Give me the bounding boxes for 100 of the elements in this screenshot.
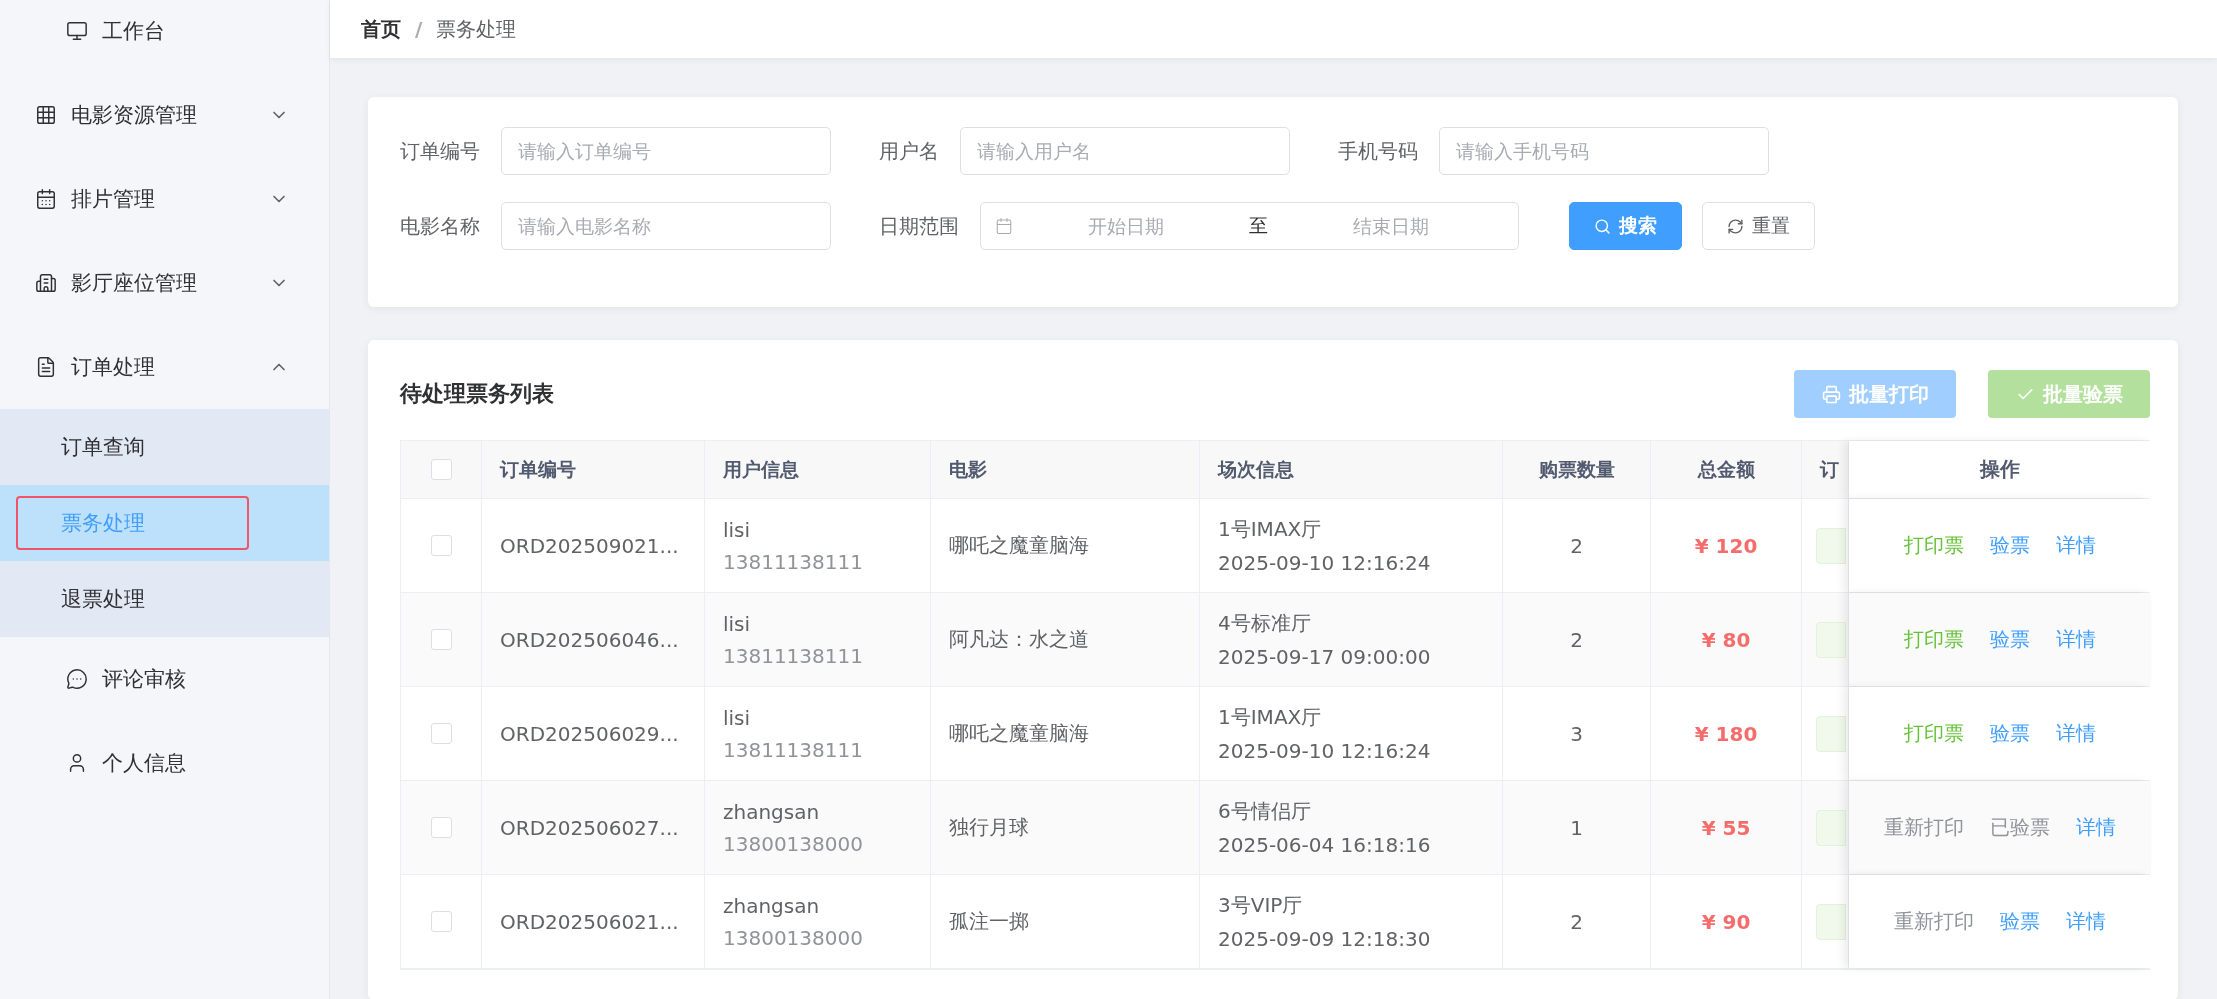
input-field[interactable]: 请输入用户名 bbox=[960, 127, 1290, 175]
movie-title: 哪吒之魔童脑海 bbox=[949, 720, 1089, 747]
sidebar-item[interactable]: 电影资源管理 bbox=[0, 73, 329, 157]
total-amount: ¥ 55 bbox=[1701, 815, 1751, 840]
user-name: zhangsan bbox=[723, 799, 820, 824]
order-number: ORD202506046... bbox=[500, 627, 679, 652]
detail-link[interactable]: 详情 bbox=[2056, 626, 2096, 653]
movie-title: 阿凡达：水之道 bbox=[949, 626, 1089, 653]
detail-link[interactable]: 详情 bbox=[2056, 720, 2096, 747]
phone-number: 13811138111 bbox=[723, 737, 863, 762]
ticket-quantity: 2 bbox=[1570, 627, 1583, 652]
monitor-icon bbox=[66, 20, 88, 42]
chat-bubble-icon bbox=[66, 668, 88, 690]
ticket-quantity: 2 bbox=[1570, 909, 1583, 934]
user-name: lisi bbox=[723, 705, 751, 730]
input-field[interactable]: 请输入订单编号 bbox=[501, 127, 831, 175]
detail-link[interactable]: 详情 bbox=[2066, 908, 2106, 935]
grid-icon bbox=[35, 104, 57, 126]
sidebar-item[interactable]: 工作台 bbox=[0, 0, 329, 73]
input-field[interactable]: 请输入手机号码 bbox=[1439, 127, 1769, 175]
hall-name: 1号IMAX厅 bbox=[1218, 516, 1322, 543]
verify-link[interactable]: 验票 bbox=[1990, 532, 2030, 559]
reset-button[interactable]: 重置 bbox=[1702, 202, 1815, 250]
verify-link[interactable]: 验票 bbox=[2000, 908, 2040, 935]
sidebar-item[interactable]: 排片管理 bbox=[0, 157, 329, 241]
order-number: ORD202506029... bbox=[500, 721, 679, 746]
verified-link[interactable]: 已验票 bbox=[1990, 814, 2050, 841]
row-checkbox[interactable] bbox=[430, 817, 452, 838]
reprint-link[interactable]: 重新打印 bbox=[1894, 908, 1974, 935]
column-header: 总金额 bbox=[1651, 441, 1802, 498]
phone-number: 13800138000 bbox=[723, 831, 863, 856]
print-link[interactable]: 打印票 bbox=[1904, 532, 1964, 559]
refresh-icon bbox=[1727, 217, 1744, 235]
order-number: ORD202506021... bbox=[500, 909, 679, 934]
printer-icon bbox=[1821, 384, 1841, 404]
verify-link[interactable]: 验票 bbox=[1990, 626, 2030, 653]
total-amount: ¥ 90 bbox=[1701, 909, 1751, 934]
field-label: 订单编号 bbox=[400, 137, 480, 165]
print-link[interactable]: 打印票 bbox=[1904, 626, 1964, 653]
phone-number: 13811138111 bbox=[723, 643, 863, 668]
sidebar-subitem[interactable]: 退票处理 bbox=[0, 561, 329, 637]
reprint-link[interactable]: 重新打印 bbox=[1884, 814, 1964, 841]
status-tag bbox=[1816, 527, 1846, 564]
show-time: 2025-09-10 12:16:24 bbox=[1218, 551, 1431, 575]
breadcrumb-item[interactable]: 首页 bbox=[361, 15, 401, 43]
status-tag bbox=[1816, 903, 1846, 940]
phone-number: 13800138000 bbox=[723, 925, 863, 950]
range-separator: 至 bbox=[1248, 213, 1269, 238]
breadcrumb-separator: / bbox=[415, 17, 423, 41]
hall-name: 3号VIP厅 bbox=[1218, 892, 1303, 919]
search-icon bbox=[1594, 217, 1611, 235]
sidebar-item[interactable]: 订单处理 bbox=[0, 325, 329, 409]
column-header: 电影 bbox=[931, 441, 1200, 498]
detail-link[interactable]: 详情 bbox=[2076, 814, 2116, 841]
row-checkbox[interactable] bbox=[430, 911, 452, 932]
sidebar-subitem[interactable]: 票务处理 bbox=[0, 485, 329, 561]
user-name: lisi bbox=[723, 611, 751, 636]
sidebar-item[interactable]: 评论审核 bbox=[0, 637, 329, 721]
hall-name: 4号标准厅 bbox=[1218, 610, 1311, 637]
hall-name: 6号情侣厅 bbox=[1218, 798, 1311, 825]
calendar-icon bbox=[995, 217, 1013, 235]
status-tag bbox=[1816, 715, 1846, 752]
movie-title: 哪吒之魔童脑海 bbox=[949, 532, 1089, 559]
row-checkbox[interactable] bbox=[430, 723, 452, 744]
print-link[interactable]: 打印票 bbox=[1904, 720, 1964, 747]
date-range-field[interactable]: 开始日期 至 结束日期 bbox=[980, 202, 1519, 250]
movie-title: 独行月球 bbox=[949, 814, 1029, 841]
calendar-icon bbox=[35, 188, 57, 210]
verify-link[interactable]: 验票 bbox=[1990, 720, 2030, 747]
sidebar-item[interactable]: 影厅座位管理 bbox=[0, 241, 329, 325]
ticket-quantity: 1 bbox=[1570, 815, 1583, 840]
field-label: 用户名 bbox=[879, 137, 939, 165]
movie-title: 孤注一掷 bbox=[949, 908, 1029, 935]
ticket-quantity: 2 bbox=[1570, 533, 1583, 558]
order-number: ORD202509021... bbox=[500, 533, 679, 558]
column-header: 订单编号 bbox=[482, 441, 705, 498]
document-icon bbox=[35, 356, 57, 378]
breadcrumb-item: 票务处理 bbox=[436, 15, 517, 43]
input-field[interactable]: 请输入电影名称 bbox=[501, 202, 831, 250]
show-time: 2025-09-10 12:16:24 bbox=[1218, 739, 1431, 763]
total-amount: ¥ 180 bbox=[1694, 721, 1758, 746]
column-header: 操作 bbox=[1849, 441, 2151, 498]
select-all-checkbox[interactable] bbox=[430, 459, 452, 480]
field-label: 日期范围 bbox=[879, 212, 959, 240]
field-label: 手机号码 bbox=[1338, 137, 1418, 165]
detail-link[interactable]: 详情 bbox=[2056, 532, 2096, 559]
sidebar-subitem[interactable]: 订单查询 bbox=[0, 409, 329, 485]
row-checkbox[interactable] bbox=[430, 629, 452, 650]
sidebar-item[interactable]: 个人信息 bbox=[0, 721, 329, 805]
row-checkbox[interactable] bbox=[430, 535, 452, 556]
search-button[interactable]: 搜索 bbox=[1569, 202, 1682, 250]
ticket-quantity: 3 bbox=[1570, 721, 1583, 746]
status-tag bbox=[1816, 809, 1846, 846]
total-amount: ¥ 120 bbox=[1694, 533, 1758, 558]
list-title: 待处理票务列表 bbox=[400, 380, 555, 408]
show-time: 2025-09-09 12:18:30 bbox=[1218, 927, 1431, 951]
column-header: 购票数量 bbox=[1503, 441, 1651, 498]
hall-name: 1号IMAX厅 bbox=[1218, 704, 1322, 731]
user-name: zhangsan bbox=[723, 893, 820, 918]
column-header: 场次信息 bbox=[1200, 441, 1503, 498]
